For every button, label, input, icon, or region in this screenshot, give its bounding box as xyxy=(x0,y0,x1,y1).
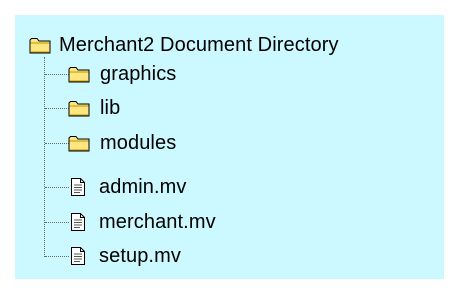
folder-icon xyxy=(68,100,90,117)
tree-connector-branch xyxy=(45,187,69,188)
tree-connector-branch xyxy=(45,222,69,223)
tree-item-graphics[interactable]: graphics xyxy=(68,57,176,91)
tree-item-merchant-mv[interactable]: merchant.mv xyxy=(71,205,216,239)
folder-icon xyxy=(29,37,51,54)
folder-icon xyxy=(68,66,90,83)
tree-item-label: lib xyxy=(100,97,121,119)
tree-item-label: modules xyxy=(100,132,177,154)
tree-item-label: admin.mv xyxy=(99,176,187,198)
file-icon xyxy=(71,213,85,231)
file-icon xyxy=(71,178,85,196)
tree-item-label: graphics xyxy=(100,63,177,85)
tree-connector-branch xyxy=(45,74,69,75)
tree-item-setup-mv[interactable]: setup.mv xyxy=(71,239,181,273)
folder-icon xyxy=(68,135,90,152)
directory-tree-panel: Merchant2 Document Directory graphics li… xyxy=(15,15,444,279)
tree-item-admin-mv[interactable]: admin.mv xyxy=(71,170,187,204)
tree-item-label: merchant.mv xyxy=(99,211,216,233)
tree-connector-branch xyxy=(45,256,69,257)
file-icon xyxy=(71,247,85,265)
tree-item-modules[interactable]: modules xyxy=(68,126,176,160)
tree-connector-branch xyxy=(45,143,69,144)
tree-connector-vertical xyxy=(44,57,45,257)
tree-connector-branch xyxy=(45,108,69,109)
tree-item-label: setup.mv xyxy=(99,245,181,267)
tree-item-lib[interactable]: lib xyxy=(68,91,120,125)
